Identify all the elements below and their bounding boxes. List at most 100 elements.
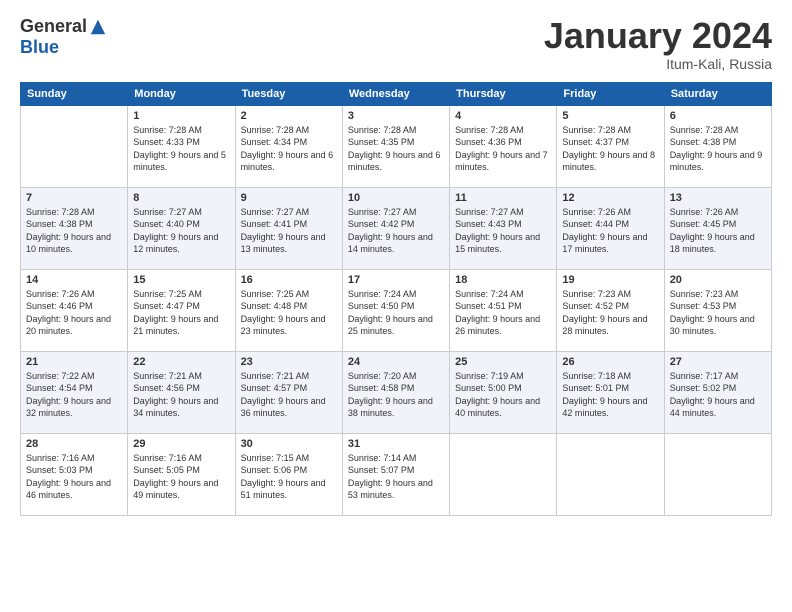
day-number: 31	[348, 438, 444, 450]
day-info: Sunrise: 7:23 AM Sunset: 4:53 PM Dayligh…	[670, 288, 766, 338]
logo-general: General	[20, 16, 87, 37]
day-number: 11	[455, 192, 551, 204]
table-row: 9 Sunrise: 7:27 AM Sunset: 4:41 PM Dayli…	[235, 187, 342, 269]
col-friday: Friday	[557, 82, 664, 105]
day-info: Sunrise: 7:24 AM Sunset: 4:50 PM Dayligh…	[348, 288, 444, 338]
page: General Blue January 2024 Itum-Kali, Rus…	[0, 0, 792, 612]
day-info: Sunrise: 7:23 AM Sunset: 4:52 PM Dayligh…	[562, 288, 658, 338]
month-title: January 2024	[544, 16, 772, 56]
calendar-week-row: 7 Sunrise: 7:28 AM Sunset: 4:38 PM Dayli…	[21, 187, 772, 269]
day-info: Sunrise: 7:28 AM Sunset: 4:35 PM Dayligh…	[348, 124, 444, 174]
day-number: 8	[133, 192, 229, 204]
logo-icon	[89, 18, 107, 36]
day-number: 4	[455, 110, 551, 122]
table-row: 17 Sunrise: 7:24 AM Sunset: 4:50 PM Dayl…	[342, 269, 449, 351]
table-row: 26 Sunrise: 7:18 AM Sunset: 5:01 PM Dayl…	[557, 351, 664, 433]
day-number: 13	[670, 192, 766, 204]
logo-blue: Blue	[20, 37, 59, 58]
day-info: Sunrise: 7:28 AM Sunset: 4:34 PM Dayligh…	[241, 124, 337, 174]
day-number: 3	[348, 110, 444, 122]
day-number: 28	[26, 438, 122, 450]
day-number: 1	[133, 110, 229, 122]
table-row: 11 Sunrise: 7:27 AM Sunset: 4:43 PM Dayl…	[450, 187, 557, 269]
day-number: 27	[670, 356, 766, 368]
day-info: Sunrise: 7:20 AM Sunset: 4:58 PM Dayligh…	[348, 370, 444, 420]
header: General Blue January 2024 Itum-Kali, Rus…	[20, 16, 772, 72]
day-info: Sunrise: 7:28 AM Sunset: 4:36 PM Dayligh…	[455, 124, 551, 174]
col-saturday: Saturday	[664, 82, 771, 105]
day-number: 18	[455, 274, 551, 286]
table-row: 10 Sunrise: 7:27 AM Sunset: 4:42 PM Dayl…	[342, 187, 449, 269]
table-row: 4 Sunrise: 7:28 AM Sunset: 4:36 PM Dayli…	[450, 105, 557, 187]
table-row: 3 Sunrise: 7:28 AM Sunset: 4:35 PM Dayli…	[342, 105, 449, 187]
logo: General Blue	[20, 16, 107, 58]
table-row: 31 Sunrise: 7:14 AM Sunset: 5:07 PM Dayl…	[342, 433, 449, 515]
calendar-week-row: 28 Sunrise: 7:16 AM Sunset: 5:03 PM Dayl…	[21, 433, 772, 515]
day-info: Sunrise: 7:26 AM Sunset: 4:46 PM Dayligh…	[26, 288, 122, 338]
day-number: 30	[241, 438, 337, 450]
table-row: 29 Sunrise: 7:16 AM Sunset: 5:05 PM Dayl…	[128, 433, 235, 515]
day-info: Sunrise: 7:27 AM Sunset: 4:43 PM Dayligh…	[455, 206, 551, 256]
day-number: 23	[241, 356, 337, 368]
day-number: 14	[26, 274, 122, 286]
day-number: 29	[133, 438, 229, 450]
table-row: 8 Sunrise: 7:27 AM Sunset: 4:40 PM Dayli…	[128, 187, 235, 269]
day-number: 16	[241, 274, 337, 286]
calendar-table: Sunday Monday Tuesday Wednesday Thursday…	[20, 82, 772, 516]
day-info: Sunrise: 7:28 AM Sunset: 4:38 PM Dayligh…	[670, 124, 766, 174]
day-info: Sunrise: 7:27 AM Sunset: 4:41 PM Dayligh…	[241, 206, 337, 256]
table-row: 22 Sunrise: 7:21 AM Sunset: 4:56 PM Dayl…	[128, 351, 235, 433]
table-row: 20 Sunrise: 7:23 AM Sunset: 4:53 PM Dayl…	[664, 269, 771, 351]
table-row: 23 Sunrise: 7:21 AM Sunset: 4:57 PM Dayl…	[235, 351, 342, 433]
calendar-week-row: 1 Sunrise: 7:28 AM Sunset: 4:33 PM Dayli…	[21, 105, 772, 187]
table-row: 12 Sunrise: 7:26 AM Sunset: 4:44 PM Dayl…	[557, 187, 664, 269]
table-row: 1 Sunrise: 7:28 AM Sunset: 4:33 PM Dayli…	[128, 105, 235, 187]
calendar-header-row: Sunday Monday Tuesday Wednesday Thursday…	[21, 82, 772, 105]
day-number: 26	[562, 356, 658, 368]
table-row	[21, 105, 128, 187]
table-row	[664, 433, 771, 515]
calendar-week-row: 14 Sunrise: 7:26 AM Sunset: 4:46 PM Dayl…	[21, 269, 772, 351]
day-info: Sunrise: 7:27 AM Sunset: 4:40 PM Dayligh…	[133, 206, 229, 256]
location: Itum-Kali, Russia	[544, 56, 772, 72]
table-row: 15 Sunrise: 7:25 AM Sunset: 4:47 PM Dayl…	[128, 269, 235, 351]
day-info: Sunrise: 7:28 AM Sunset: 4:37 PM Dayligh…	[562, 124, 658, 174]
day-info: Sunrise: 7:27 AM Sunset: 4:42 PM Dayligh…	[348, 206, 444, 256]
table-row: 13 Sunrise: 7:26 AM Sunset: 4:45 PM Dayl…	[664, 187, 771, 269]
day-info: Sunrise: 7:25 AM Sunset: 4:47 PM Dayligh…	[133, 288, 229, 338]
table-row: 30 Sunrise: 7:15 AM Sunset: 5:06 PM Dayl…	[235, 433, 342, 515]
table-row: 6 Sunrise: 7:28 AM Sunset: 4:38 PM Dayli…	[664, 105, 771, 187]
table-row	[450, 433, 557, 515]
day-info: Sunrise: 7:22 AM Sunset: 4:54 PM Dayligh…	[26, 370, 122, 420]
table-row: 18 Sunrise: 7:24 AM Sunset: 4:51 PM Dayl…	[450, 269, 557, 351]
day-info: Sunrise: 7:26 AM Sunset: 4:45 PM Dayligh…	[670, 206, 766, 256]
day-info: Sunrise: 7:14 AM Sunset: 5:07 PM Dayligh…	[348, 452, 444, 502]
day-number: 20	[670, 274, 766, 286]
table-row: 21 Sunrise: 7:22 AM Sunset: 4:54 PM Dayl…	[21, 351, 128, 433]
table-row: 28 Sunrise: 7:16 AM Sunset: 5:03 PM Dayl…	[21, 433, 128, 515]
table-row: 25 Sunrise: 7:19 AM Sunset: 5:00 PM Dayl…	[450, 351, 557, 433]
day-number: 24	[348, 356, 444, 368]
table-row: 19 Sunrise: 7:23 AM Sunset: 4:52 PM Dayl…	[557, 269, 664, 351]
table-row: 7 Sunrise: 7:28 AM Sunset: 4:38 PM Dayli…	[21, 187, 128, 269]
table-row	[557, 433, 664, 515]
col-tuesday: Tuesday	[235, 82, 342, 105]
day-number: 12	[562, 192, 658, 204]
title-area: January 2024 Itum-Kali, Russia	[544, 16, 772, 72]
day-info: Sunrise: 7:16 AM Sunset: 5:03 PM Dayligh…	[26, 452, 122, 502]
day-info: Sunrise: 7:21 AM Sunset: 4:57 PM Dayligh…	[241, 370, 337, 420]
day-number: 22	[133, 356, 229, 368]
day-number: 19	[562, 274, 658, 286]
day-info: Sunrise: 7:19 AM Sunset: 5:00 PM Dayligh…	[455, 370, 551, 420]
table-row: 5 Sunrise: 7:28 AM Sunset: 4:37 PM Dayli…	[557, 105, 664, 187]
day-number: 7	[26, 192, 122, 204]
day-number: 6	[670, 110, 766, 122]
day-number: 25	[455, 356, 551, 368]
day-number: 5	[562, 110, 658, 122]
col-wednesday: Wednesday	[342, 82, 449, 105]
table-row: 27 Sunrise: 7:17 AM Sunset: 5:02 PM Dayl…	[664, 351, 771, 433]
col-thursday: Thursday	[450, 82, 557, 105]
day-number: 17	[348, 274, 444, 286]
table-row: 24 Sunrise: 7:20 AM Sunset: 4:58 PM Dayl…	[342, 351, 449, 433]
day-number: 15	[133, 274, 229, 286]
